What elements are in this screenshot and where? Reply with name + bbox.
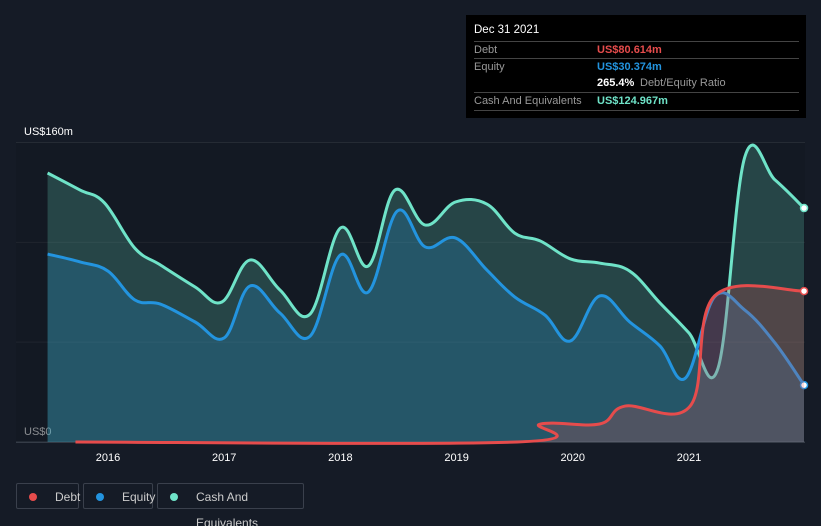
debt-dot-icon — [29, 493, 37, 501]
legend-cash-label: Cash And Equivalents — [196, 490, 259, 526]
x-tick-label: 2018 — [328, 452, 352, 464]
x-tick-label: 2017 — [212, 452, 236, 464]
legend-equity[interactable]: Equity — [83, 483, 156, 509]
tooltip-ratio-value: 265.4% — [597, 77, 635, 89]
legend-debt-label: Debt — [55, 490, 81, 504]
end-point-cash-and-equivalents — [799, 203, 809, 213]
legend-equity-label: Equity — [122, 490, 156, 504]
x-tick-label: 2019 — [444, 452, 468, 464]
tooltip-cash-label: Cash And Equivalents — [474, 95, 582, 107]
tooltip-equity-value: US$30.374m — [597, 61, 662, 73]
tooltip-equity-label: Equity — [474, 61, 505, 73]
y-label-top: US$160m — [24, 126, 73, 138]
tooltip-debt-value: US$80.614m — [597, 44, 662, 56]
tooltip-cash-value: US$124.967m — [597, 95, 668, 107]
debt-equity-chart: US$160m US$0201620172018201920202021 Dec… — [0, 0, 821, 526]
equity-dot-icon — [96, 493, 104, 501]
tooltip-ratio-label: Debt/Equity Ratio — [640, 77, 726, 89]
legend-cash[interactable]: Cash And Equivalents — [157, 483, 304, 526]
legend-debt[interactable]: Debt — [16, 483, 81, 509]
x-tick-label: 2021 — [677, 452, 701, 464]
cash-dot-icon — [170, 493, 178, 501]
end-point-debt — [799, 286, 809, 296]
tooltip-date: Dec 31 2021 — [474, 24, 540, 36]
x-tick-label: 2020 — [561, 452, 585, 464]
x-tick-label: 2016 — [96, 452, 120, 464]
tooltip-debt-label: Debt — [474, 44, 498, 56]
tooltip: Dec 31 2021 Debt US$80.614m Equity US$30.3… — [466, 15, 806, 118]
